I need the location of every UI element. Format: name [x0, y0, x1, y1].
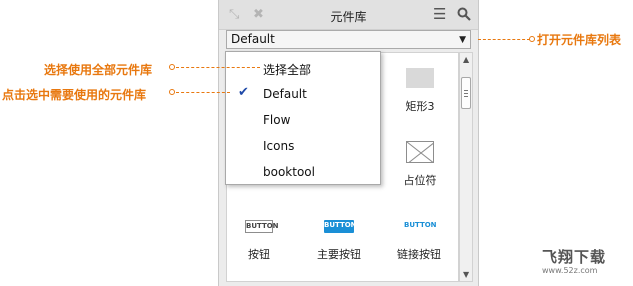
annotation-dot: [169, 64, 175, 70]
watermark-url: www.52z.com: [542, 266, 598, 275]
link-button-widget-icon[interactable]: BUTTON: [404, 220, 437, 233]
annotation-line: [478, 39, 530, 40]
panel-titlebar: ⤡ ✖ 元件库 ☰: [219, 0, 478, 30]
watermark: 飞翔下载 www.52z.com: [542, 248, 606, 276]
placeholder-widget-icon[interactable]: [406, 141, 434, 163]
annotation-line: [176, 67, 260, 68]
widget-label: 占位符: [403, 174, 437, 187]
button-widget-icon[interactable]: BUTTON: [245, 220, 279, 233]
dropdown-item-select-all[interactable]: 选择全部: [263, 61, 311, 78]
dropdown-item-booktool[interactable]: booktool: [263, 165, 315, 179]
scroll-down-icon[interactable]: ▼: [463, 270, 469, 279]
library-select-value: Default: [231, 32, 275, 46]
menu-icon[interactable]: ☰: [433, 6, 446, 22]
search-icon[interactable]: [457, 7, 471, 26]
widget-label: 矩形3: [405, 100, 435, 113]
widget-label: 按钮: [248, 248, 270, 261]
library-select[interactable]: Default ▼: [226, 30, 471, 49]
dropdown-item-default[interactable]: Default: [263, 87, 307, 101]
annotation-select-all: 选择使用全部元件库: [44, 63, 153, 77]
dropdown-item-flow[interactable]: Flow: [263, 113, 290, 127]
widget-label: 主要按钮: [317, 248, 361, 261]
chevron-down-icon: ▼: [459, 35, 466, 45]
annotation-dot: [529, 36, 535, 42]
scroll-up-icon[interactable]: ▲: [463, 55, 469, 64]
watermark-title: 飞翔下载: [542, 248, 607, 266]
primary-button-widget-icon[interactable]: BUTTON: [324, 220, 357, 233]
scrollbar-thumb[interactable]: [461, 77, 471, 109]
annotation-open-list: 打开元件库列表: [537, 33, 622, 47]
checkmark-icon: ✔: [238, 85, 249, 100]
widget-grid-scrollbar[interactable]: ▲ ▼: [459, 52, 473, 282]
annotation-dot: [169, 89, 175, 95]
annotation-click-select: 点击选中需要使用的元件库: [2, 88, 147, 102]
dropdown-item-icons[interactable]: Icons: [263, 139, 294, 153]
annotation-line: [176, 92, 230, 93]
library-dropdown-list: 选择全部 ✔ Default Flow Icons booktool: [225, 51, 381, 185]
widget-label: 链接按钮: [397, 248, 441, 261]
rectangle-widget-icon[interactable]: [406, 68, 434, 88]
